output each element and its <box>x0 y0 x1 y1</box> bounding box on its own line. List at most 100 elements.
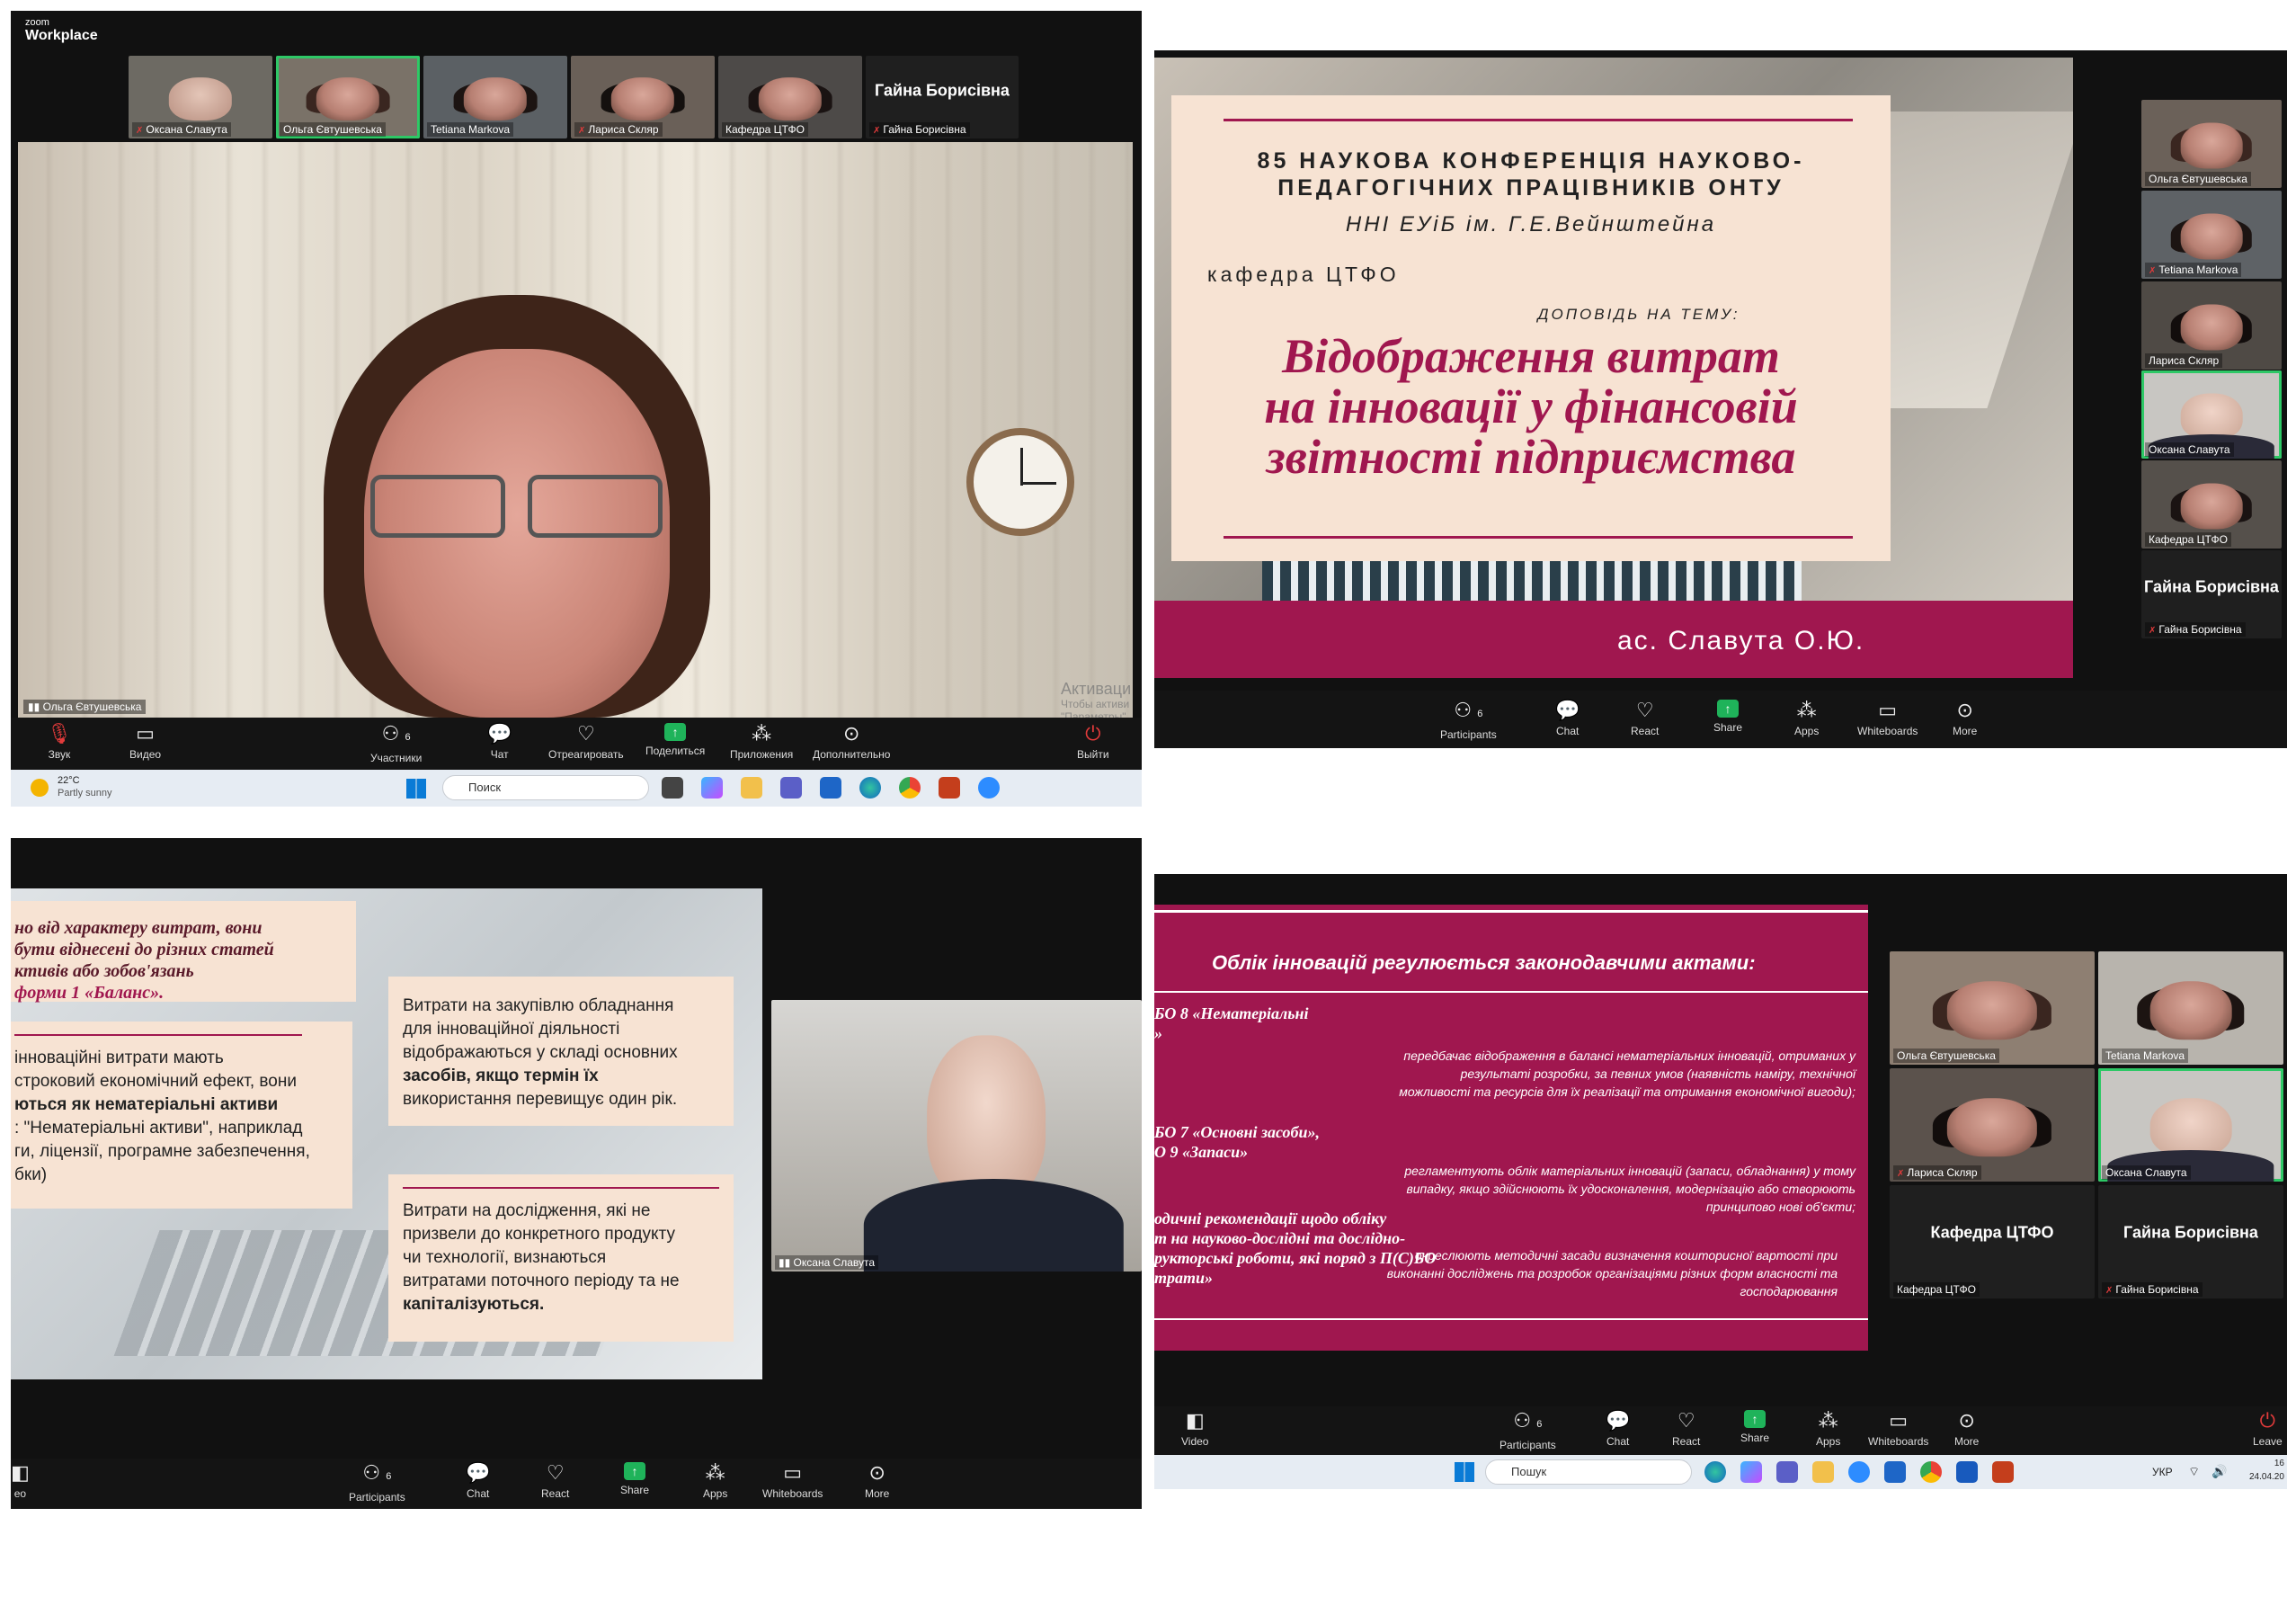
edge-icon[interactable] <box>1704 1461 1726 1483</box>
participants-button[interactable]: ⚇ 6 Participants <box>1500 1410 1556 1452</box>
app-icon[interactable] <box>662 777 683 799</box>
participant-video[interactable]: ▮▮ Оксана Славута <box>771 1000 1142 1272</box>
participant-tile[interactable]: Кафедра ЦТФО <box>2141 460 2282 549</box>
heart-icon: ♡ <box>546 1461 565 1484</box>
participant-tile-active[interactable]: Ольга Євтушевська <box>276 56 420 138</box>
more-button[interactable]: ⊙ Дополнительно <box>813 723 890 762</box>
video-button[interactable]: ◧ Video <box>1181 1410 1208 1449</box>
participant-tile-active[interactable]: Оксана Славута <box>2098 1068 2283 1182</box>
wifi-icon[interactable]: ⌔ <box>2188 1464 2200 1480</box>
chat-button[interactable]: 💬 Chat <box>1555 700 1580 738</box>
more-button[interactable]: ⊙ More <box>1954 1410 1979 1449</box>
taskbar-search[interactable]: Пошук <box>1485 1459 1692 1485</box>
share-arrow-icon: ↑ <box>624 1462 646 1480</box>
participant-tile[interactable]: Tetiana Markova <box>423 56 567 138</box>
windows-start-icon[interactable] <box>1455 1462 1474 1482</box>
more-button[interactable]: ⊙ More <box>1953 700 1977 738</box>
video-button[interactable]: ◧ eo <box>11 1462 30 1501</box>
participants-button[interactable]: ⚇ 6 Participants <box>349 1462 405 1504</box>
taskbar-search[interactable]: Поиск <box>442 775 649 800</box>
participant-tile[interactable]: ✗ Лариса Скляр <box>1890 1068 2095 1182</box>
windows-start-icon[interactable] <box>406 779 426 799</box>
apps-button[interactable]: ⁂ Apps <box>1816 1410 1840 1449</box>
participant-tile[interactable]: Гайна Борисівна ✗ Гайна Борисівна <box>2141 550 2282 638</box>
folder-icon[interactable] <box>1812 1461 1834 1483</box>
whiteboards-button[interactable]: ▭ Whiteboards <box>1857 700 1918 738</box>
copilot-icon[interactable] <box>701 777 723 799</box>
apps-icon: ⁂ <box>1796 699 1817 721</box>
store-icon[interactable] <box>820 777 841 799</box>
react-button[interactable]: ♡ Отреагировать <box>548 723 624 762</box>
mic-muted-icon: ✗ <box>2149 266 2157 276</box>
participant-tile[interactable]: Tetiana Markova <box>2098 951 2283 1065</box>
audio-button[interactable]: 🎙 Звук <box>47 723 72 762</box>
participant-tile[interactable]: Гайна Борисівна ✗ Гайна Борисівна <box>866 56 1019 138</box>
copilot-icon[interactable] <box>1740 1461 1762 1483</box>
store-icon[interactable] <box>1884 1461 1906 1483</box>
participant-tile[interactable]: ✗ Tetiana Markova <box>2141 191 2282 279</box>
slide-conference-line2: ПЕДАГОГІЧНИХ ПРАЦІВНИКІВ ОНТУ <box>1277 175 1784 201</box>
participant-tile[interactable]: Ольга Євтушевська <box>1890 951 2095 1065</box>
participant-tile[interactable]: Кафедра ЦТФО Кафедра ЦТФО <box>1890 1185 2095 1298</box>
folder-icon[interactable] <box>741 777 762 799</box>
slide-title-line3: звітності підприємства <box>1266 430 1796 484</box>
zoom-app-icon[interactable] <box>1848 1461 1870 1483</box>
participant-name: Ольга Євтушевська <box>2149 173 2247 185</box>
chat-button[interactable]: 💬 Chat <box>466 1462 490 1501</box>
participant-tile[interactable]: ✗ Лариса Скляр <box>571 56 715 138</box>
share-button[interactable]: ↑ Поделиться <box>645 723 705 757</box>
volume-icon[interactable]: 🔊 <box>2211 1464 2227 1479</box>
powerpoint-icon[interactable] <box>1992 1461 2014 1483</box>
zoom-app-icon[interactable] <box>978 777 1000 799</box>
participants-button[interactable]: ⚇ 6 Участники <box>370 723 422 765</box>
word-icon[interactable] <box>1956 1461 1978 1483</box>
chrome-icon[interactable] <box>899 777 921 799</box>
participant-name: Кафедра ЦТФО <box>1897 1283 1976 1296</box>
react-button[interactable]: ♡ React <box>1631 700 1659 738</box>
whiteboard-icon: ▭ <box>783 1461 803 1484</box>
legal-act-3-desc: окреслюють методичні засади визначення к… <box>1386 1248 1838 1298</box>
participants-icon: ⚇ 6 <box>362 1461 392 1484</box>
whiteboards-button[interactable]: ▭ Whiteboards <box>1868 1410 1928 1449</box>
teams-icon[interactable] <box>780 777 802 799</box>
slide-divider <box>1224 536 1853 539</box>
video-button[interactable]: ▭ Видео <box>129 723 161 762</box>
apps-button[interactable]: ⁂ Apps <box>703 1461 727 1501</box>
share-button[interactable]: ↑ Share <box>1713 700 1742 734</box>
chat-button[interactable]: 💬 Чат <box>487 723 512 762</box>
edge-icon[interactable] <box>859 777 881 799</box>
participants-button[interactable]: ⚇ 6 Participants <box>1440 700 1497 742</box>
speaker-video: ▮▮ Ольга Євтушевська Активаци Чтобы акти… <box>18 142 1133 718</box>
mic-muted-icon: ✗ <box>2149 626 2157 636</box>
whiteboards-button[interactable]: ▭ Whiteboards <box>762 1461 823 1501</box>
signal-icon: ▮▮ <box>779 1256 794 1269</box>
apps-icon: ⁂ <box>705 1461 725 1484</box>
react-button[interactable]: ♡ React <box>541 1461 569 1501</box>
slide-card-left-bottom: інноваційні витрати мають строковий екон… <box>11 1022 352 1209</box>
participant-tile[interactable]: Ольга Євтушевська <box>2141 100 2282 188</box>
more-button[interactable]: ⊙ More <box>865 1462 889 1501</box>
participant-tile[interactable]: Лариса Скляр <box>2141 281 2282 370</box>
chrome-icon[interactable] <box>1920 1461 1942 1483</box>
activate-windows-watermark: Активаци Чтобы активи "Параметры". <box>1061 680 1132 718</box>
teams-icon[interactable] <box>1776 1461 1798 1483</box>
participant-tile-active[interactable]: Оксана Славута <box>2141 370 2282 459</box>
share-button[interactable]: ↑ Share <box>620 1462 649 1496</box>
react-button[interactable]: ♡ React <box>1672 1410 1700 1449</box>
participant-tile[interactable]: Кафедра ЦТФО <box>718 56 862 138</box>
share-arrow-icon: ↑ <box>1744 1410 1766 1428</box>
leave-button[interactable]: ⏻ Leave <box>2253 1410 2283 1449</box>
slide-divider <box>1224 119 1853 121</box>
leave-button[interactable]: ⏻ Выйти <box>1077 723 1109 762</box>
participant-tile[interactable]: ✗ Оксана Славута <box>129 56 272 138</box>
participant-tile[interactable]: Гайна Борисівна ✗ Гайна Борисівна <box>2098 1185 2283 1298</box>
apps-button[interactable]: ⁂ Приложения <box>730 723 793 762</box>
participant-name: Гайна Борисівна <box>883 123 966 136</box>
powerpoint-icon[interactable] <box>939 777 960 799</box>
participant-big-name: Гайна Борисівна <box>2144 577 2279 596</box>
share-button[interactable]: ↑ Share <box>1740 1410 1769 1444</box>
chat-button[interactable]: 💬 Chat <box>1606 1410 1630 1449</box>
zoom-window-1: zoom Workplace ✗ Оксана Славута Ольга Євт… <box>11 11 1142 807</box>
apps-button[interactable]: ⁂ Apps <box>1794 699 1819 738</box>
zoom-window-2: 85 НАУКОВА КОНФЕРЕНЦІЯ НАУКОВО- ПЕДАГОГІ… <box>1154 50 2287 748</box>
